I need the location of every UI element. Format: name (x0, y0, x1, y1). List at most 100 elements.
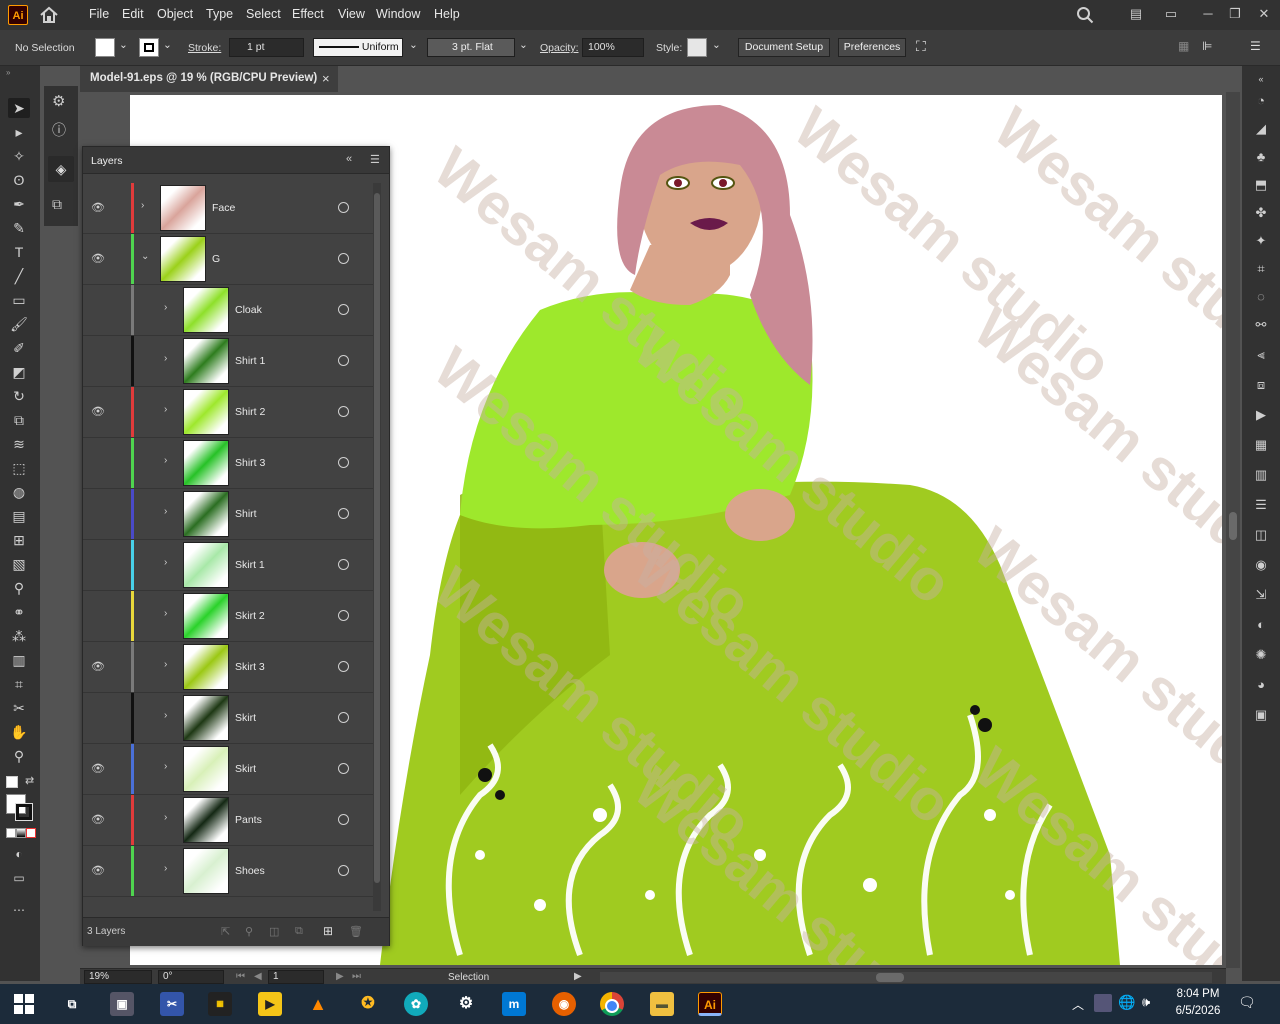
brush-definition[interactable]: 3 pt. Flat (427, 38, 515, 57)
warp-tool-icon[interactable]: ≋ (8, 434, 30, 454)
menu-object[interactable]: Object (157, 7, 193, 21)
color-icon[interactable]: ◐ (1252, 616, 1270, 634)
layer-name[interactable]: Shirt (235, 508, 257, 520)
vertical-scroll-thumb[interactable] (1229, 512, 1237, 540)
layer-target-icon[interactable] (338, 865, 349, 876)
visibility-eye-icon[interactable] (91, 711, 105, 725)
layer-row[interactable]: 👁 › Face (83, 183, 373, 234)
style-dropdown-icon[interactable]: ⌄ (712, 39, 721, 51)
scale-tool-icon[interactable]: ⧉ (8, 410, 30, 430)
new-sublayer-icon[interactable]: ⧉ (295, 925, 303, 938)
brush-dropdown-icon[interactable]: ⌄ (519, 39, 528, 51)
zoom-tool-icon[interactable]: ⚲ (8, 746, 30, 766)
expand-panels-icon[interactable]: « (1252, 70, 1270, 88)
visibility-eye-icon[interactable] (91, 507, 105, 521)
close-window-icon[interactable]: ✕ (1256, 6, 1272, 22)
collapse-tools-icon[interactable]: » (6, 68, 32, 77)
swap-colors-icon[interactable]: ⇄ (25, 774, 34, 787)
document-tab[interactable]: Model-91.eps @ 19 % (RGB/CPU Preview) × (80, 66, 338, 93)
layer-name[interactable]: G (212, 253, 220, 265)
layer-row[interactable]: › Skirt 1 (83, 540, 373, 591)
layer-target-icon[interactable] (338, 814, 349, 825)
menu-type[interactable]: Type (206, 7, 233, 21)
info-icon[interactable]: ⓘ (52, 120, 70, 138)
layer-name[interactable]: Shirt 3 (235, 457, 265, 469)
properties-icon[interactable]: ⚙ (52, 92, 70, 110)
hand-tool-icon[interactable]: ✋ (8, 722, 30, 742)
layer-target-icon[interactable] (338, 763, 349, 774)
gradient-panel-icon[interactable]: ◢ (1252, 120, 1270, 138)
tools-app-icon[interactable]: ⚙ (454, 992, 478, 1016)
image-trace-icon[interactable]: ▥ (1252, 466, 1270, 484)
chevron-right-icon[interactable]: › (164, 608, 174, 622)
locate-object-icon[interactable]: ⚲ (245, 925, 253, 938)
layer-name[interactable]: Cloak (235, 304, 262, 316)
align-panel-icon[interactable]: ⫷ (1252, 346, 1270, 364)
gradient-icon[interactable]: ◫ (1252, 526, 1270, 544)
perspective-grid-tool-icon[interactable]: ▤ (8, 506, 30, 526)
type-tool-icon[interactable]: T (8, 242, 30, 262)
stroke-dropdown-icon[interactable]: ⌄ (163, 39, 172, 51)
vertical-scrollbar[interactable] (1226, 92, 1240, 968)
stroke-swatch[interactable] (139, 38, 159, 57)
layer-name[interactable]: Shirt 1 (235, 355, 265, 367)
chevron-right-icon[interactable]: › (164, 506, 174, 520)
horizontal-scrollbar[interactable] (600, 972, 1212, 983)
pathfinder-icon[interactable]: ⧈ (1252, 376, 1270, 394)
menu-edit[interactable]: Edit (122, 7, 144, 21)
profile-dropdown-icon[interactable]: ⌄ (409, 39, 418, 51)
free-transform-tool-icon[interactable]: ⬚ (8, 458, 30, 478)
visibility-eye-icon[interactable]: 👁 (91, 405, 105, 419)
magic-wand-tool-icon[interactable]: ✧ (8, 146, 30, 166)
chevron-right-icon[interactable]: › (164, 812, 174, 826)
restore-icon[interactable]: ❐ (1227, 6, 1243, 22)
visibility-eye-icon[interactable] (91, 456, 105, 470)
arrange-documents-icon[interactable]: ⛶ (916, 38, 926, 55)
chevron-right-icon[interactable]: › (141, 200, 151, 214)
visibility-eye-icon[interactable]: 👁 (91, 864, 105, 878)
layer-target-icon[interactable] (338, 661, 349, 672)
layer-target-icon[interactable] (338, 253, 349, 264)
graphic-styles-icon[interactable]: ✺ (1252, 646, 1270, 664)
illustrator-taskbar-icon[interactable]: Ai (698, 992, 722, 1016)
control-menu-icon[interactable]: ☰ (1250, 39, 1261, 53)
layer-name[interactable]: Skirt (235, 763, 256, 775)
preferences-button[interactable]: Preferences (838, 38, 906, 57)
chevron-right-icon[interactable]: › (164, 761, 174, 775)
document-setup-button[interactable]: Document Setup (738, 38, 830, 57)
layer-name[interactable]: Shirt 2 (235, 406, 265, 418)
artboards-icon[interactable]: ⧉ (52, 196, 70, 214)
layer-row[interactable]: 👁 › Shoes (83, 846, 373, 897)
first-artboard-icon[interactable]: ⏮ (236, 971, 245, 982)
status-menu-icon[interactable]: ▶ (574, 971, 582, 982)
sync-app-icon[interactable]: ✿ (404, 992, 428, 1016)
brushes-icon[interactable]: ⬒ (1252, 176, 1270, 194)
layer-target-icon[interactable] (338, 712, 349, 723)
clock-date[interactable]: 6/5/2026 (1170, 1005, 1226, 1017)
screen-mode-icon[interactable]: ▭ (8, 868, 30, 888)
symbol-sprayer-tool-icon[interactable]: ⁂ (8, 626, 30, 646)
stroke-weight-field[interactable]: 1 pt (229, 38, 304, 57)
stroke-label[interactable]: Stroke: (188, 42, 221, 54)
windows-start-icon[interactable] (14, 994, 34, 1014)
draw-mode-icon[interactable]: ◐ (8, 844, 30, 864)
menu-select[interactable]: Select (246, 7, 281, 21)
layer-row[interactable]: 👁 ⌄ G (83, 234, 373, 285)
menu-view[interactable]: View (338, 7, 365, 21)
links-icon[interactable]: ⚯ (1252, 316, 1270, 334)
layer-name[interactable]: Pants (235, 814, 262, 826)
visibility-eye-icon[interactable] (91, 558, 105, 572)
fill-dropdown-icon[interactable]: ⌄ (119, 39, 128, 51)
delete-layer-icon[interactable]: 🗑 (349, 925, 363, 938)
layer-row[interactable]: 👁 › Pants (83, 795, 373, 846)
rotate-view-field[interactable]: 0° (158, 970, 224, 984)
chevron-down-icon[interactable]: ⌄ (141, 251, 151, 265)
actions-icon[interactable]: ▶ (1252, 406, 1270, 424)
layers-scrollbar[interactable] (373, 183, 381, 911)
collapse-panel-icon[interactable]: « (346, 153, 352, 165)
transparency-icon[interactable]: ◉ (1252, 556, 1270, 574)
column-graph-tool-icon[interactable]: ▥ (8, 650, 30, 670)
network-icon[interactable]: 🌐 (1118, 994, 1135, 1011)
clock-time[interactable]: 8:04 PM (1170, 988, 1226, 1000)
collect-export-icon[interactable]: ⇱ (221, 925, 230, 938)
